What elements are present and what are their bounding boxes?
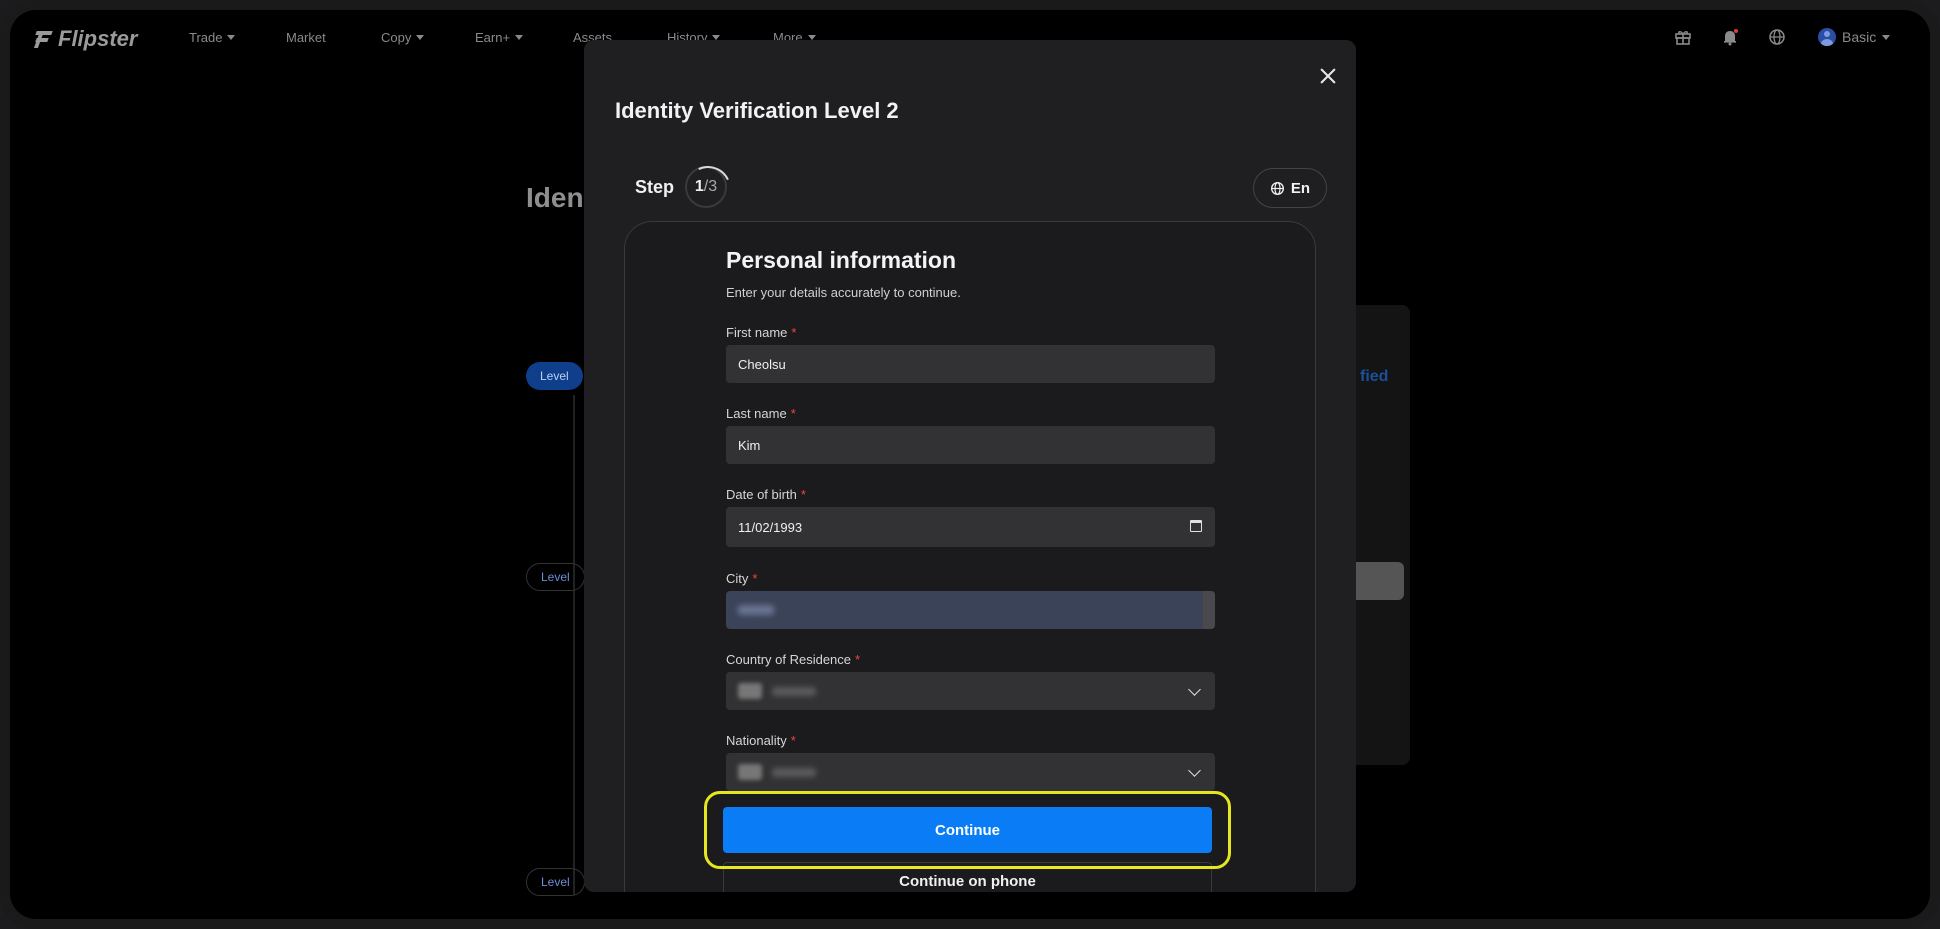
account-menu[interactable]: Basic <box>1818 28 1891 46</box>
country-label: Country of Residence * <box>726 652 861 667</box>
gift-icon[interactable] <box>1674 28 1692 51</box>
background-page-title: Iden <box>526 182 584 213</box>
globe-icon <box>1270 181 1284 195</box>
first-name-label: First name * <box>726 325 797 340</box>
nav-trade[interactable]: Trade <box>189 30 236 45</box>
step-current: 1 <box>694 178 704 195</box>
continue-button[interactable]: Continue <box>723 807 1212 853</box>
step-total: /3 <box>703 178 718 195</box>
chevron-down-icon <box>1188 683 1201 696</box>
background-verified-text: fied <box>1360 368 1389 385</box>
required-mark: * <box>800 487 806 502</box>
required-mark: * <box>790 406 796 421</box>
nationality-select[interactable] <box>726 753 1215 791</box>
logo-text: Flipster <box>58 26 138 51</box>
caret-down-icon <box>1882 34 1891 40</box>
flipster-logo-icon <box>33 28 54 50</box>
first-name-field[interactable]: Cheolsu <box>726 345 1215 383</box>
bell-icon[interactable] <box>1721 28 1739 51</box>
form-title: Personal information <box>726 247 957 273</box>
last-name-field[interactable]: Kim <box>726 426 1215 464</box>
field-scrollbar[interactable] <box>1203 591 1215 629</box>
required-mark: * <box>855 652 861 667</box>
form-subtitle: Enter your details accurately to continu… <box>726 285 961 300</box>
background-level-pill: Level <box>526 868 585 896</box>
modal-title: Identity Verification Level 2 <box>615 98 899 123</box>
city-label: City * <box>726 571 758 586</box>
globe-icon[interactable] <box>1768 28 1786 51</box>
caret-down-icon <box>416 35 425 40</box>
dob-label: Date of birth * <box>726 487 806 502</box>
required-mark: * <box>752 571 758 586</box>
background-level-pill: Level <box>526 362 583 390</box>
chevron-down-icon <box>1188 764 1201 777</box>
step-label: Step <box>635 177 675 197</box>
device-frame: Flipster Trade Market Copy Earn+ Assets … <box>0 0 1940 929</box>
redacted-country-value <box>772 686 816 696</box>
step-progress-indicator: 1/3 <box>685 166 727 208</box>
close-icon[interactable] <box>1317 65 1339 87</box>
nav-market[interactable]: Market <box>286 30 326 45</box>
nav-earn[interactable]: Earn+ <box>475 30 524 45</box>
background-level-pill: Level <box>526 563 585 591</box>
nav-copy[interactable]: Copy <box>381 30 425 45</box>
background-timeline <box>573 395 575 895</box>
calendar-icon[interactable] <box>1190 520 1202 532</box>
required-mark: * <box>790 733 796 748</box>
country-select[interactable] <box>726 672 1215 710</box>
avatar-icon <box>1818 28 1836 46</box>
date-of-birth-field[interactable]: 11/02/1993 <box>726 507 1215 547</box>
flag-icon <box>738 764 762 780</box>
last-name-label: Last name * <box>726 406 796 421</box>
nationality-label: Nationality * <box>726 733 796 748</box>
flag-icon <box>738 683 762 699</box>
flipster-logo[interactable]: Flipster <box>33 26 138 52</box>
identity-verification-modal: Identity Verification Level 2 Step 1/3 E… <box>584 40 1356 892</box>
language-label: En <box>1290 179 1311 197</box>
caret-down-icon <box>515 35 524 40</box>
required-mark: * <box>791 325 797 340</box>
city-field[interactable] <box>726 591 1215 629</box>
redacted-city-value <box>738 605 774 615</box>
caret-down-icon <box>227 35 236 40</box>
language-button[interactable]: En <box>1253 168 1327 208</box>
account-level-label: Basic <box>1842 29 1877 45</box>
redacted-nationality-value <box>772 767 816 777</box>
screen: Flipster Trade Market Copy Earn+ Assets … <box>10 10 1930 919</box>
